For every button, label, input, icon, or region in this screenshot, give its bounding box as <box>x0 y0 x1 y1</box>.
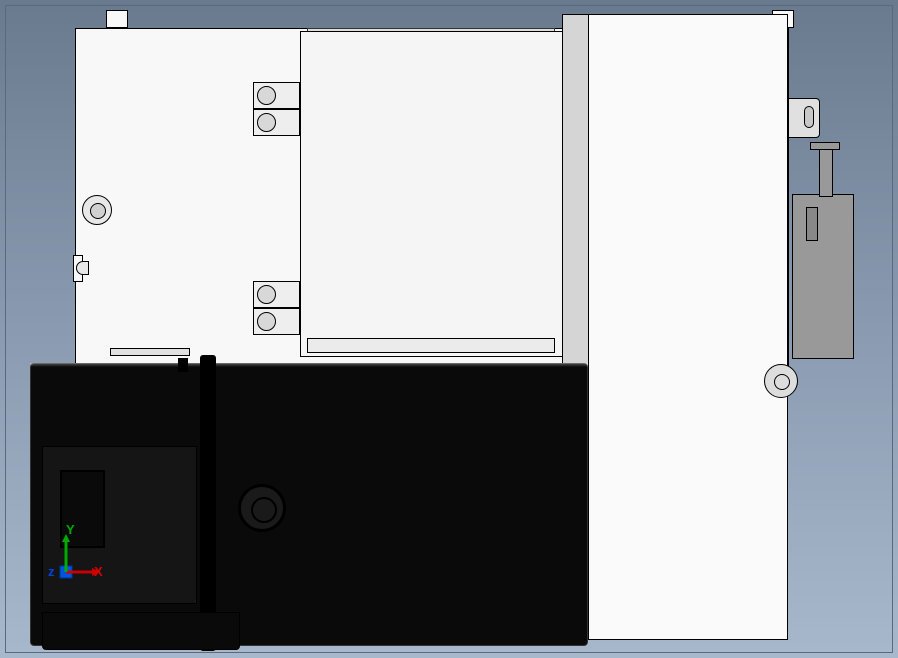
right-lower-fastener <box>764 364 798 398</box>
center-cover-panel <box>300 31 563 357</box>
vertical-rail <box>562 14 590 406</box>
axis-label-z: z <box>48 564 55 579</box>
standoff-bottom-1 <box>253 281 300 308</box>
triad-svg <box>38 528 108 598</box>
motor-shaft-face <box>238 484 286 532</box>
standoff-top-1 <box>253 82 300 109</box>
axis-label-y: Y <box>66 522 75 537</box>
right-bracket-slot <box>806 207 818 241</box>
right-connector-pin <box>804 106 814 128</box>
left-mounting-bolt <box>82 195 112 225</box>
center-panel-bottom-lip <box>307 338 555 353</box>
right-bracket-top <box>810 142 840 150</box>
standoff-top-2 <box>253 109 300 136</box>
motor-bottom-lip <box>42 612 240 650</box>
motor-cable-stub <box>178 358 188 372</box>
right-mounting-bracket <box>792 194 854 359</box>
housing-bottom-rail <box>110 348 190 356</box>
standoff-bottom-2 <box>253 308 300 335</box>
cad-viewport[interactable]: X Y z <box>0 0 898 658</box>
right-front-block <box>588 14 788 640</box>
top-mount-tab-left <box>106 10 128 28</box>
right-bracket-arm <box>819 142 833 197</box>
axis-label-x: X <box>94 564 103 579</box>
motor-highlight <box>30 363 588 367</box>
left-side-notch-pin <box>76 261 89 275</box>
motor-clamp-band <box>200 355 216 651</box>
coordinate-triad[interactable]: X Y z <box>38 528 108 598</box>
